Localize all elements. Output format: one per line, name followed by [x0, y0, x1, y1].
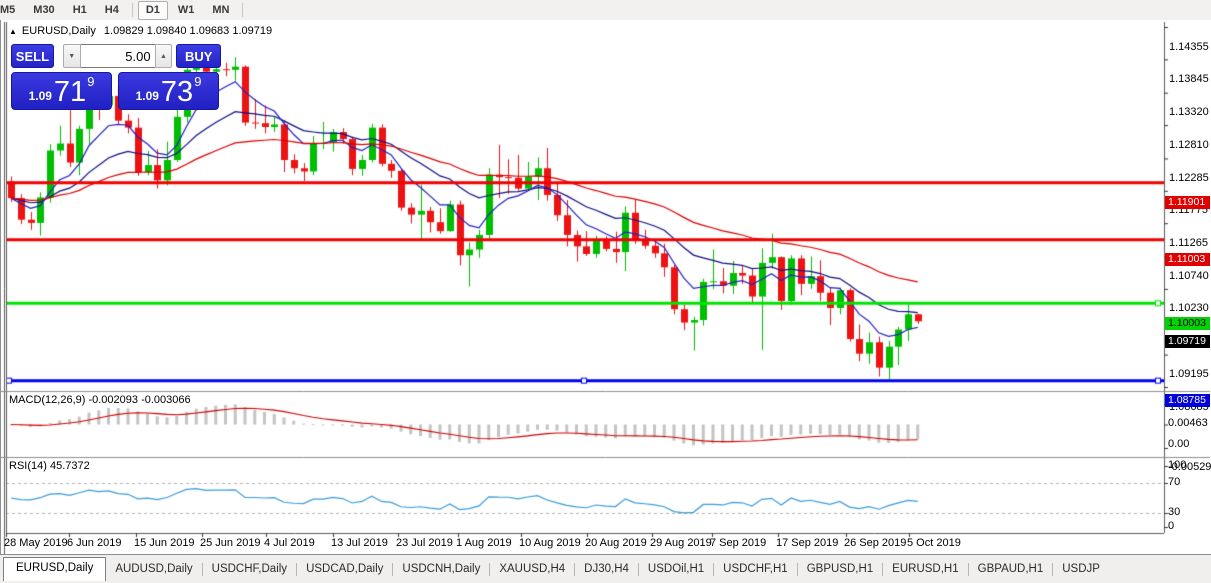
tab-usdcad-daily[interactable]: USDCAD,Daily: [297, 559, 392, 580]
chart-window: ▲ EURUSD,Daily 1.09829 1.09840 1.09683 1…: [0, 20, 1211, 583]
volume-increase-button[interactable]: ▲: [155, 44, 173, 68]
tab-xauusd-h4[interactable]: XAUUSD,H4: [490, 559, 574, 580]
timeframe-h4[interactable]: H4: [97, 1, 127, 20]
timeframe-mn[interactable]: MN: [204, 1, 237, 20]
tab-gbpaud-h1[interactable]: GBPAUD,H1: [969, 559, 1053, 580]
timeframe-m5[interactable]: M5: [0, 1, 23, 20]
chart-tabs: EURUSD,DailyAUDUSD,DailyUSDCHF,DailyUSDC…: [0, 557, 1168, 581]
mt4-terminal: { "toolbar":{ "timeframes":["M5","M30","…: [0, 0, 1211, 583]
timeframe-w1[interactable]: W1: [170, 1, 203, 20]
sell-price-big: 71: [54, 78, 86, 107]
buy-price-big: 73: [161, 78, 193, 107]
timeframe-m30[interactable]: M30: [25, 1, 62, 20]
toolbar-separator: [132, 3, 133, 17]
timeframe-d1[interactable]: D1: [138, 1, 168, 20]
tab-usdjp[interactable]: USDJP: [1053, 559, 1109, 580]
buy-price-panel[interactable]: 1.09 73 9: [118, 72, 219, 110]
tab-audusd-daily[interactable]: AUDUSD,Daily: [106, 559, 201, 580]
sell-price-pip: 9: [87, 74, 94, 89]
chevron-up-icon: ▲: [160, 53, 167, 60]
sell-button[interactable]: SELL: [11, 44, 54, 68]
toolbar-separator: [242, 3, 243, 17]
timeframe-toolbar: M5M30H1H4 D1W1MN: [0, 0, 1211, 21]
buy-price-pip: 9: [194, 74, 201, 89]
timeframe-h1[interactable]: H1: [65, 1, 95, 20]
chevron-down-icon: ▼: [68, 53, 75, 60]
sell-price-panel[interactable]: 1.09 71 9: [11, 72, 112, 110]
volume-decrease-button[interactable]: ▼: [63, 44, 81, 68]
tab-gbpusd-h1[interactable]: GBPUSD,H1: [798, 559, 882, 580]
tab-eurusd-daily[interactable]: EURUSD,Daily: [3, 557, 106, 581]
tab-usdcnh-daily[interactable]: USDCNH,Daily: [393, 559, 489, 580]
volume-input[interactable]: [81, 44, 155, 68]
tab-eurusd-h1[interactable]: EURUSD,H1: [883, 559, 967, 580]
buy-price-prefix: 1.09: [136, 89, 159, 103]
buy-button[interactable]: BUY: [176, 44, 221, 68]
tab-usdchf-daily[interactable]: USDCHF,Daily: [203, 559, 296, 580]
timeframe-buttons: M5M30H1H4 D1W1MN: [0, 0, 247, 20]
tab-usdchf-h1[interactable]: USDCHF,H1: [714, 559, 797, 580]
sell-price-prefix: 1.09: [29, 89, 52, 103]
chart-tab-bar: EURUSD,DailyAUDUSD,DailyUSDCHF,DailyUSDC…: [0, 554, 1211, 583]
one-click-trading-widget: SELL ▼ ▲ BUY 1.09 71 9 1.09 73 9: [11, 44, 221, 110]
tab-usdoil-h1[interactable]: USDOil,H1: [639, 559, 713, 580]
tab-dj30-h4[interactable]: DJ30,H4: [575, 559, 638, 580]
